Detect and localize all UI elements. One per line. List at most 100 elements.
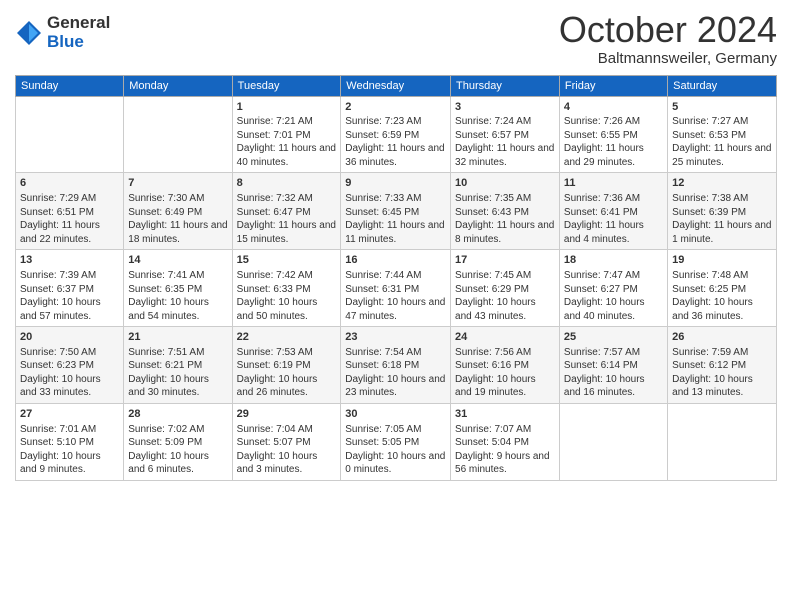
daylight-text: Daylight: 10 hours and 33 minutes. (20, 373, 119, 400)
day-number: 12 (672, 176, 772, 191)
calendar-cell: 24Sunrise: 7:56 AMSunset: 6:16 PMDayligh… (451, 327, 560, 404)
sunset-text: Sunset: 6:14 PM (564, 359, 663, 373)
header-row: Sunday Monday Tuesday Wednesday Thursday… (16, 75, 777, 96)
calendar-cell (16, 96, 124, 173)
title-block: October 2024 Baltmannsweiler, Germany (559, 10, 777, 67)
sunset-text: Sunset: 6:41 PM (564, 206, 663, 220)
sunrise-text: Sunrise: 7:21 AM (237, 115, 337, 129)
calendar-cell: 2Sunrise: 7:23 AMSunset: 6:59 PMDaylight… (341, 96, 451, 173)
day-number: 23 (345, 330, 446, 345)
sunrise-text: Sunrise: 7:29 AM (20, 192, 119, 206)
sunrise-text: Sunrise: 7:51 AM (128, 346, 227, 360)
daylight-text: Daylight: 10 hours and 23 minutes. (345, 373, 446, 400)
sunrise-text: Sunrise: 7:39 AM (20, 269, 119, 283)
daylight-text: Daylight: 10 hours and 16 minutes. (564, 373, 663, 400)
day-number: 18 (564, 253, 663, 268)
sunrise-text: Sunrise: 7:50 AM (20, 346, 119, 360)
header: General Blue October 2024 Baltmannsweile… (15, 10, 777, 67)
calendar-cell: 28Sunrise: 7:02 AMSunset: 5:09 PMDayligh… (124, 403, 232, 480)
daylight-text: Daylight: 10 hours and 30 minutes. (128, 373, 227, 400)
calendar-cell: 7Sunrise: 7:30 AMSunset: 6:49 PMDaylight… (124, 173, 232, 250)
daylight-text: Daylight: 11 hours and 22 minutes. (20, 219, 119, 246)
day-number: 22 (237, 330, 337, 345)
sunset-text: Sunset: 5:09 PM (128, 436, 227, 450)
sunrise-text: Sunrise: 7:38 AM (672, 192, 772, 206)
daylight-text: Daylight: 10 hours and 6 minutes. (128, 450, 227, 477)
day-number: 10 (455, 176, 555, 191)
calendar-cell: 25Sunrise: 7:57 AMSunset: 6:14 PMDayligh… (559, 327, 667, 404)
daylight-text: Daylight: 10 hours and 13 minutes. (672, 373, 772, 400)
sunset-text: Sunset: 6:45 PM (345, 206, 446, 220)
sunrise-text: Sunrise: 7:27 AM (672, 115, 772, 129)
daylight-text: Daylight: 10 hours and 19 minutes. (455, 373, 555, 400)
day-number: 3 (455, 100, 555, 115)
day-number: 29 (237, 407, 337, 422)
calendar-cell: 11Sunrise: 7:36 AMSunset: 6:41 PMDayligh… (559, 173, 667, 250)
daylight-text: Daylight: 11 hours and 11 minutes. (345, 219, 446, 246)
sunrise-text: Sunrise: 7:24 AM (455, 115, 555, 129)
table-row: 27Sunrise: 7:01 AMSunset: 5:10 PMDayligh… (16, 403, 777, 480)
calendar-cell: 26Sunrise: 7:59 AMSunset: 6:12 PMDayligh… (668, 327, 777, 404)
daylight-text: Daylight: 11 hours and 40 minutes. (237, 142, 337, 169)
daylight-text: Daylight: 10 hours and 0 minutes. (345, 450, 446, 477)
sunrise-text: Sunrise: 7:26 AM (564, 115, 663, 129)
daylight-text: Daylight: 10 hours and 36 minutes. (672, 296, 772, 323)
calendar-cell: 6Sunrise: 7:29 AMSunset: 6:51 PMDaylight… (16, 173, 124, 250)
daylight-text: Daylight: 11 hours and 36 minutes. (345, 142, 446, 169)
day-number: 19 (672, 253, 772, 268)
calendar-cell: 21Sunrise: 7:51 AMSunset: 6:21 PMDayligh… (124, 327, 232, 404)
daylight-text: Daylight: 9 hours and 56 minutes. (455, 450, 555, 477)
sunset-text: Sunset: 6:25 PM (672, 283, 772, 297)
calendar-cell: 14Sunrise: 7:41 AMSunset: 6:35 PMDayligh… (124, 250, 232, 327)
sunset-text: Sunset: 5:05 PM (345, 436, 446, 450)
sunset-text: Sunset: 6:16 PM (455, 359, 555, 373)
sunset-text: Sunset: 6:23 PM (20, 359, 119, 373)
day-number: 5 (672, 100, 772, 115)
daylight-text: Daylight: 10 hours and 3 minutes. (237, 450, 337, 477)
sunrise-text: Sunrise: 7:42 AM (237, 269, 337, 283)
day-number: 4 (564, 100, 663, 115)
calendar-cell: 1Sunrise: 7:21 AMSunset: 7:01 PMDaylight… (232, 96, 341, 173)
daylight-text: Daylight: 10 hours and 50 minutes. (237, 296, 337, 323)
page: General Blue October 2024 Baltmannsweile… (0, 0, 792, 612)
day-number: 13 (20, 253, 119, 268)
calendar-cell (559, 403, 667, 480)
sunrise-text: Sunrise: 7:59 AM (672, 346, 772, 360)
sunset-text: Sunset: 6:31 PM (345, 283, 446, 297)
table-row: 20Sunrise: 7:50 AMSunset: 6:23 PMDayligh… (16, 327, 777, 404)
day-number: 11 (564, 176, 663, 191)
calendar-cell: 9Sunrise: 7:33 AMSunset: 6:45 PMDaylight… (341, 173, 451, 250)
sunrise-text: Sunrise: 7:23 AM (345, 115, 446, 129)
calendar-cell: 8Sunrise: 7:32 AMSunset: 6:47 PMDaylight… (232, 173, 341, 250)
sunrise-text: Sunrise: 7:32 AM (237, 192, 337, 206)
sunrise-text: Sunrise: 7:36 AM (564, 192, 663, 206)
calendar-cell: 13Sunrise: 7:39 AMSunset: 6:37 PMDayligh… (16, 250, 124, 327)
day-number: 20 (20, 330, 119, 345)
col-saturday: Saturday (668, 75, 777, 96)
calendar-cell: 3Sunrise: 7:24 AMSunset: 6:57 PMDaylight… (451, 96, 560, 173)
day-number: 26 (672, 330, 772, 345)
sunrise-text: Sunrise: 7:05 AM (345, 423, 446, 437)
sunset-text: Sunset: 7:01 PM (237, 129, 337, 143)
col-friday: Friday (559, 75, 667, 96)
day-number: 1 (237, 100, 337, 115)
calendar-cell (668, 403, 777, 480)
sunrise-text: Sunrise: 7:02 AM (128, 423, 227, 437)
sunrise-text: Sunrise: 7:48 AM (672, 269, 772, 283)
sunset-text: Sunset: 6:27 PM (564, 283, 663, 297)
day-number: 15 (237, 253, 337, 268)
sunset-text: Sunset: 6:18 PM (345, 359, 446, 373)
daylight-text: Daylight: 10 hours and 57 minutes. (20, 296, 119, 323)
logo-icon (15, 19, 43, 47)
calendar-cell: 18Sunrise: 7:47 AMSunset: 6:27 PMDayligh… (559, 250, 667, 327)
sunset-text: Sunset: 6:37 PM (20, 283, 119, 297)
logo-general: General (47, 14, 110, 33)
calendar-cell: 20Sunrise: 7:50 AMSunset: 6:23 PMDayligh… (16, 327, 124, 404)
sunset-text: Sunset: 6:39 PM (672, 206, 772, 220)
daylight-text: Daylight: 10 hours and 54 minutes. (128, 296, 227, 323)
daylight-text: Daylight: 11 hours and 1 minute. (672, 219, 772, 246)
col-monday: Monday (124, 75, 232, 96)
daylight-text: Daylight: 11 hours and 32 minutes. (455, 142, 555, 169)
day-number: 6 (20, 176, 119, 191)
daylight-text: Daylight: 10 hours and 47 minutes. (345, 296, 446, 323)
